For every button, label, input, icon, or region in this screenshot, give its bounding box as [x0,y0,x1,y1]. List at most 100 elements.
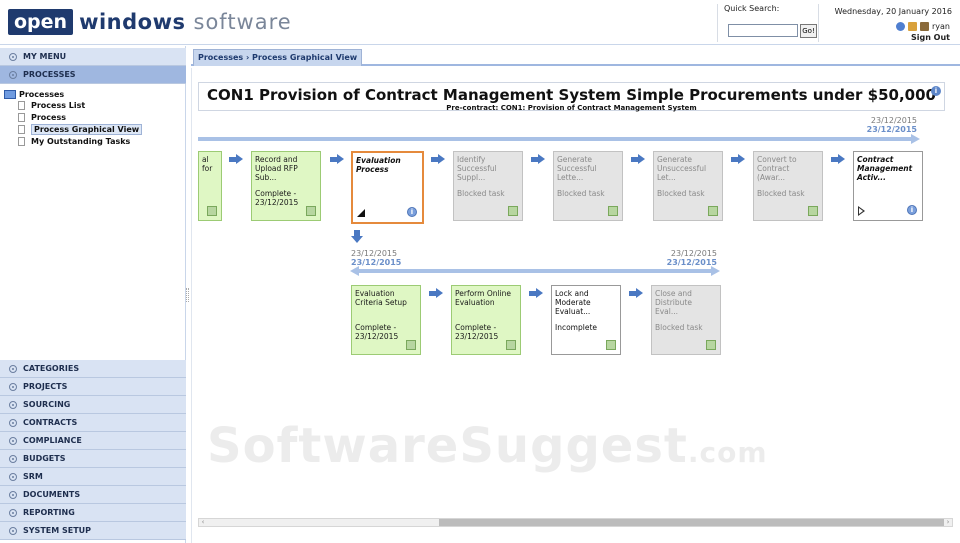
flow-arrow-icon [631,154,645,164]
process-tree: Processes Process List Process Process G… [4,90,143,147]
sidebar-section-label: PROJECTS [23,382,68,391]
task-action-icon[interactable] [708,206,718,216]
task-action-icon[interactable] [506,340,516,350]
sidebar-section-projects[interactable]: PROJECTS [0,378,186,396]
expand-icon [9,382,17,391]
watermark-suffix: .com [687,436,768,469]
flow-arrow-icon [429,288,443,298]
subprocess-icon [357,209,365,217]
info-icon[interactable]: i [931,86,941,96]
task-action-icon[interactable] [508,206,518,216]
sidebar-section-documents[interactable]: DOCUMENTS [0,486,186,504]
task-name: Lock and Moderate Evaluat... [555,289,591,316]
task-card[interactable]: Generate Successful Lette... Blocked tas… [553,151,623,221]
info-icon[interactable]: i [407,207,417,217]
header-user-area: Wednesday, 20 January 2016 ryan Sign Out [818,4,956,42]
logo[interactable]: open windows software [8,9,292,35]
task-name: Contract Management Activ... [857,155,913,182]
play-icon[interactable] [858,206,865,216]
sidebar-section-my-menu[interactable]: MY MENU [0,48,186,66]
flow-arrow-icon [731,154,745,164]
task-card[interactable]: Lock and Moderate Evaluat... Incomplete [551,285,621,355]
flow-arrow-icon [629,288,643,298]
task-action-icon[interactable] [706,340,716,350]
tree-item-process[interactable]: Process [18,111,142,123]
task-card[interactable]: Convert to Contract (Awar... Blocked tas… [753,151,823,221]
tree-item-my-outstanding-tasks[interactable]: My Outstanding Tasks [18,135,142,147]
task-status: Complete - 23/12/2015 [455,323,499,341]
info-icon[interactable]: i [907,205,917,215]
tree-item-label: My Outstanding Tasks [31,136,131,146]
task-card[interactable]: Generate Unsuccessful Let... Blocked tas… [653,151,723,221]
task-status: Blocked task [655,323,703,332]
sidebar-section-system-setup[interactable]: SYSTEM SETUP [0,522,186,540]
help-icon[interactable] [896,22,905,31]
sidebar-section-categories[interactable]: CATEGORIES [0,360,186,378]
tree-root[interactable]: Processes [4,90,142,99]
logo-open-text: open [8,9,74,35]
sub-timeline [358,269,711,273]
sidebar-section-processes[interactable]: PROCESSES [0,66,186,84]
user-icon [920,22,929,31]
expand-icon [9,52,17,61]
task-action-icon[interactable] [608,206,618,216]
process-subtitle: Pre-contract: CON1: Provision of Contrac… [446,104,697,112]
task-card[interactable]: Perform Online Evaluation Complete - 23/… [451,285,521,355]
quick-search-go-button[interactable]: Go! [800,24,817,38]
horizontal-scrollbar[interactable]: ‹ › [198,518,953,527]
sidebar-section-label: REPORTING [23,508,75,517]
task-card[interactable]: Record and Upload RFP Sub... Complete - … [251,151,321,221]
sub-start-planned-date: 23/12/2015 [351,249,398,258]
sidebar-section-sourcing[interactable]: SOURCING [0,396,186,414]
task-name: Generate Unsuccessful Let... [657,155,707,182]
document-icon [18,112,25,122]
task-action-icon[interactable] [406,340,416,350]
app-header: open windows software Quick Search: Go! … [0,0,960,45]
scroll-left-icon[interactable]: ‹ [199,519,207,526]
sidebar-section-srm[interactable]: SRM [0,468,186,486]
task-card[interactable]: Evaluation Criteria Setup Complete - 23/… [351,285,421,355]
breadcrumb[interactable]: Processes › Process Graphical View [193,49,363,66]
sidebar-section-label: PROCESSES [23,70,76,79]
sidebar-section-budgets[interactable]: BUDGETS [0,450,186,468]
logo-windows-text: windows [79,10,186,34]
sidebar-section-label: COMPLIANCE [23,436,82,445]
task-action-icon[interactable] [306,206,316,216]
sidebar-splitter[interactable] [186,288,189,302]
task-name: Close and Distribute Eval... [655,289,692,316]
task-status: Blocked task [557,189,605,198]
sidebar-section-label: SYSTEM SETUP [23,526,92,535]
sidebar-section-label: CATEGORIES [23,364,80,373]
document-icon [18,124,25,134]
flow-arrow-icon [431,154,445,164]
tree-item-process-graphical-view[interactable]: Process Graphical View [18,123,143,135]
task-action-icon[interactable] [606,340,616,350]
scrollbar-thumb[interactable] [439,519,944,526]
task-card-current[interactable]: Evaluation Process i [351,151,424,224]
task-card[interactable]: Contract Management Activ... i [853,151,923,221]
task-name: Evaluation Criteria Setup [355,289,407,307]
sign-out-link[interactable]: Sign Out [911,33,950,42]
tree-root-label: Processes [19,90,65,99]
watermark: SoftwareSuggest.com [207,418,768,474]
scroll-right-icon[interactable]: › [944,519,952,526]
flow-arrow-icon [531,154,545,164]
sidebar-section-label: SRM [23,472,43,481]
task-action-icon[interactable] [207,206,217,216]
sidebar-section-compliance[interactable]: COMPLIANCE [0,432,186,450]
sidebar-section-contracts[interactable]: CONTRACTS [0,414,186,432]
sidebar-section-reporting[interactable]: REPORTING [0,504,186,522]
task-action-icon[interactable] [808,206,818,216]
user-row: ryan [896,22,950,31]
quick-search-input[interactable] [728,24,798,37]
current-date: Wednesday, 20 January 2016 [834,7,952,16]
task-card[interactable]: Close and Distribute Eval... Blocked tas… [651,285,721,355]
down-arrow-icon [351,230,363,244]
lock-icon[interactable] [908,22,917,31]
tree-item-process-list[interactable]: Process List [18,99,142,111]
top-actual-date: 23/12/2015 [866,125,917,134]
sidebar-section-label: BUDGETS [23,454,66,463]
task-card[interactable]: al for [198,151,222,221]
task-name: Evaluation Process [356,156,401,174]
task-card[interactable]: Identify Successful Suppl... Blocked tas… [453,151,523,221]
